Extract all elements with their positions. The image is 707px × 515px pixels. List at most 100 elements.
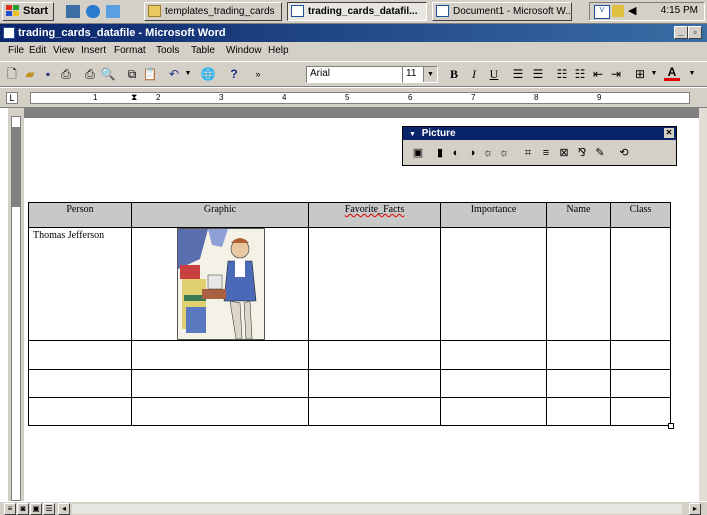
- table-cell[interactable]: [28, 369, 132, 398]
- window-title-bar[interactable]: trading_cards_datafile - Microsoft Word …: [0, 24, 707, 42]
- chevron-down-icon[interactable]: ▼: [423, 67, 437, 82]
- align-center-icon[interactable]: ☰: [530, 66, 546, 82]
- numbering-icon[interactable]: ☷: [554, 66, 570, 82]
- desktop-icon[interactable]: [66, 5, 80, 18]
- permission-icon[interactable]: ⎙: [58, 66, 74, 82]
- scroll-left-icon[interactable]: ◂: [58, 503, 70, 515]
- format-picture-icon[interactable]: ✎: [593, 146, 607, 160]
- start-button[interactable]: Start: [2, 2, 54, 21]
- column-header-importance[interactable]: Importance: [440, 202, 547, 228]
- menu-edit[interactable]: Edit: [29, 45, 46, 56]
- more-contrast-icon[interactable]: ◐: [449, 146, 463, 160]
- menu-file[interactable]: File: [8, 45, 24, 56]
- menu-insert[interactable]: Insert: [81, 45, 106, 56]
- table-cell[interactable]: [610, 397, 671, 426]
- table-cell[interactable]: [546, 340, 611, 370]
- clock[interactable]: 4:15 PM: [661, 5, 698, 16]
- taskbar-button-document1[interactable]: Document1 - Microsoft W...: [432, 2, 572, 21]
- print-preview-icon[interactable]: 🔍: [100, 66, 116, 82]
- language-icon[interactable]: V: [594, 5, 610, 19]
- table-cell[interactable]: [546, 397, 611, 426]
- underline-button[interactable]: U: [486, 66, 502, 82]
- less-brightness-icon[interactable]: ☼: [497, 146, 511, 160]
- undo-dropdown-icon[interactable]: ▼: [180, 66, 196, 82]
- table-cell[interactable]: [308, 340, 441, 370]
- table-cell[interactable]: [440, 397, 547, 426]
- column-header-person[interactable]: Person: [28, 202, 132, 228]
- line-style-icon[interactable]: ≡: [539, 146, 553, 160]
- insert-picture-icon[interactable]: ▣: [411, 146, 425, 160]
- outline-view-icon[interactable]: ☰: [43, 503, 55, 515]
- decrease-indent-icon[interactable]: ⇤: [590, 66, 606, 82]
- column-header-class[interactable]: Class: [610, 202, 671, 228]
- table-cell[interactable]: [131, 340, 309, 370]
- menu-tools[interactable]: Tools: [156, 45, 179, 56]
- jefferson-picture[interactable]: [177, 228, 265, 340]
- paste-icon[interactable]: 📋: [142, 66, 158, 82]
- scroll-right-icon[interactable]: ▸: [689, 503, 701, 515]
- reset-picture-icon[interactable]: ⟲: [617, 146, 631, 160]
- borders-dropdown-icon[interactable]: ▼: [646, 66, 662, 82]
- table-cell[interactable]: [440, 340, 547, 370]
- save-icon[interactable]: ▪: [40, 66, 56, 82]
- trading-cards-table[interactable]: Person Graphic Favorite_Facts Importance…: [28, 202, 671, 426]
- toolbar-options-icon[interactable]: ▼: [409, 131, 416, 138]
- compress-pictures-icon[interactable]: ⊠: [557, 146, 571, 160]
- picture-toolbar[interactable]: ▼ Picture ✕ ▣ ▮ ◐ ◑ ☼ ☼ ⌗ ≡ ⊠ ⅋ ✎ ⟲: [402, 126, 677, 166]
- normal-view-icon[interactable]: ≡: [4, 503, 16, 515]
- table-cell[interactable]: [610, 340, 671, 370]
- menu-help[interactable]: Help: [268, 45, 289, 56]
- minimize-button[interactable]: _: [674, 26, 688, 39]
- table-cell[interactable]: [610, 369, 671, 398]
- menu-table[interactable]: Table: [191, 45, 215, 56]
- table-cell[interactable]: [28, 340, 132, 370]
- table-cell-class[interactable]: [610, 227, 671, 341]
- table-cell[interactable]: [546, 369, 611, 398]
- increase-indent-icon[interactable]: ⇥: [608, 66, 624, 82]
- help-icon[interactable]: ?: [226, 66, 242, 82]
- web-layout-icon[interactable]: ◙: [17, 503, 29, 515]
- align-left-icon[interactable]: ☰: [510, 66, 526, 82]
- taskbar-button-trading-cards[interactable]: trading_cards_datafil...: [287, 2, 427, 21]
- horizontal-ruler[interactable]: L 1 2 3 4 5 6 7 8 9 ⧗: [0, 88, 707, 108]
- restore-button[interactable]: ▫: [688, 26, 702, 39]
- more-brightness-icon[interactable]: ☼: [481, 146, 495, 160]
- close-icon[interactable]: ✕: [664, 128, 674, 138]
- menu-window[interactable]: Window: [226, 45, 262, 56]
- new-document-icon[interactable]: 🗋: [4, 66, 20, 82]
- font-color-button[interactable]: A: [664, 66, 680, 81]
- indent-marker-icon[interactable]: ⧗: [131, 92, 137, 103]
- hyperlink-icon[interactable]: 🌐: [200, 66, 216, 82]
- text-wrapping-icon[interactable]: ⅋: [575, 146, 589, 160]
- table-cell-favorite-facts[interactable]: [308, 227, 441, 341]
- font-color-dropdown-icon[interactable]: ▼: [684, 66, 700, 82]
- table-cell-graphic[interactable]: [131, 227, 309, 341]
- copy-icon[interactable]: ⧉: [124, 66, 140, 82]
- bullets-icon[interactable]: ☷: [572, 66, 588, 82]
- less-contrast-icon[interactable]: ◑: [465, 146, 479, 160]
- table-cell-person[interactable]: Thomas Jefferson: [28, 227, 132, 341]
- table-cell[interactable]: [28, 397, 132, 426]
- table-cell[interactable]: [440, 369, 547, 398]
- print-icon[interactable]: ⎙: [82, 66, 98, 82]
- vertical-scrollbar[interactable]: [699, 108, 707, 503]
- internet-explorer-icon[interactable]: [86, 5, 100, 18]
- print-layout-icon[interactable]: ▣: [30, 503, 42, 515]
- taskbar-button-templates[interactable]: templates_trading_cards: [144, 2, 282, 21]
- column-header-graphic[interactable]: Graphic: [131, 202, 309, 228]
- toolbar-overflow-icon[interactable]: »: [250, 66, 266, 82]
- table-cell[interactable]: [308, 397, 441, 426]
- open-folder-icon[interactable]: ▰: [22, 66, 38, 82]
- table-cell-importance[interactable]: [440, 227, 547, 341]
- picture-toolbar-title-bar[interactable]: ▼ Picture ✕: [403, 127, 676, 140]
- table-cell-name[interactable]: [546, 227, 611, 341]
- tab-selector-icon[interactable]: L: [6, 92, 18, 104]
- word-app-icon[interactable]: [3, 27, 15, 39]
- menu-view[interactable]: View: [53, 45, 75, 56]
- italic-button[interactable]: I: [466, 66, 482, 82]
- volume-icon[interactable]: ◀: [628, 4, 636, 17]
- bold-button[interactable]: B: [446, 66, 462, 82]
- horizontal-scroll-track[interactable]: [72, 504, 682, 514]
- table-cell[interactable]: [131, 397, 309, 426]
- menu-format[interactable]: Format: [114, 45, 146, 56]
